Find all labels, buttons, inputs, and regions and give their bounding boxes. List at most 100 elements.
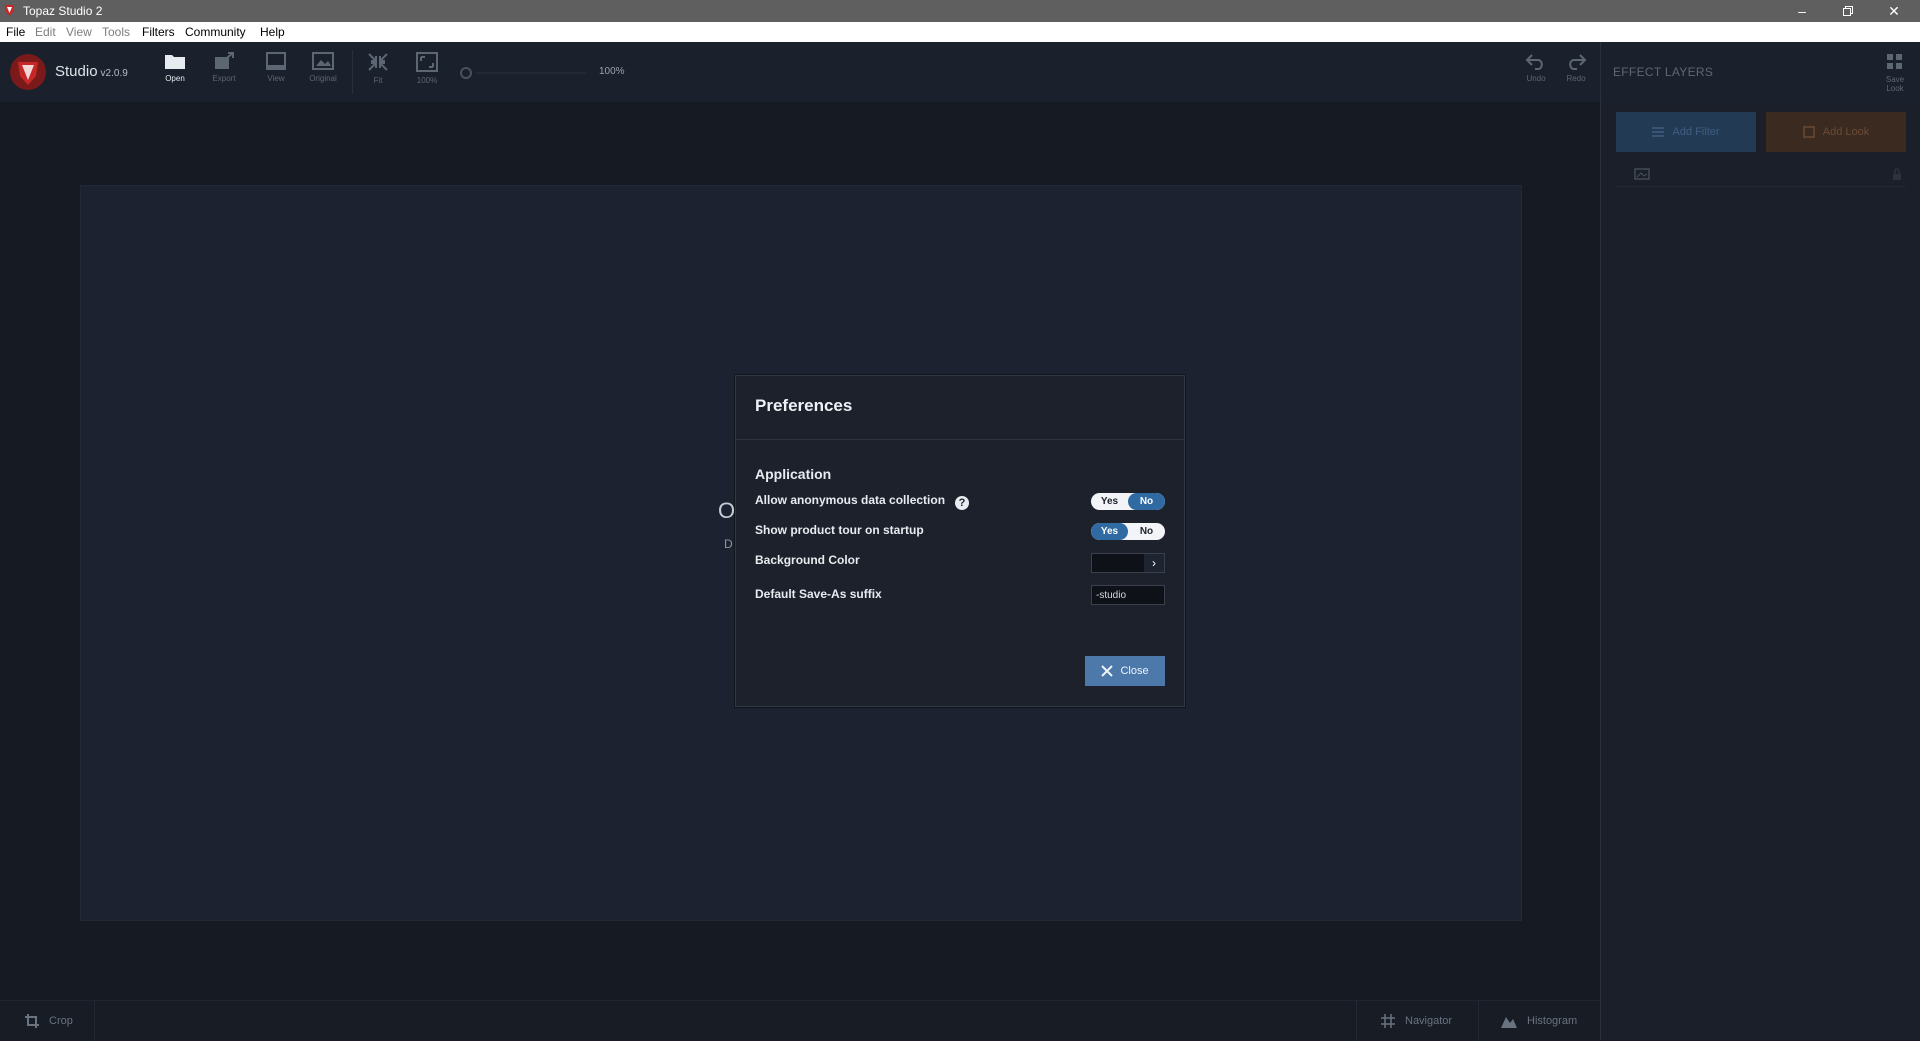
bottom-divider — [94, 1001, 95, 1041]
save-look-label: Save Look — [1885, 75, 1905, 93]
menu-file[interactable]: File — [6, 25, 25, 39]
add-filter-button[interactable]: Add Filter — [1616, 112, 1756, 152]
image-layer-icon — [1634, 168, 1650, 180]
navigator-grid-icon — [1381, 1014, 1395, 1028]
minimize-icon[interactable]: – — [1780, 0, 1824, 22]
crop-icon — [25, 1014, 39, 1028]
image-icon — [312, 52, 334, 70]
help-icon[interactable]: ? — [955, 496, 970, 510]
effect-layers-panel: Add Filter Add Look — [1600, 102, 1920, 1000]
histogram-icon — [1501, 1017, 1517, 1028]
toolbar-divider — [352, 50, 353, 94]
app-name: Studio v2.0.9 — [55, 63, 128, 80]
fullsize-icon — [416, 52, 438, 72]
section-heading: Application — [755, 466, 832, 482]
original-label: Original — [309, 74, 337, 83]
histogram-label: Histogram — [1527, 1015, 1578, 1027]
add-filter-label: Add Filter — [1672, 126, 1720, 138]
lock-icon — [1893, 168, 1901, 180]
close-icon — [1101, 665, 1114, 677]
look-icon — [1803, 126, 1815, 138]
zoom-value: 100% — [599, 66, 625, 77]
effect-layers-title: EFFECT LAYERS — [1613, 65, 1714, 79]
dialog-divider — [736, 439, 1184, 440]
view-button[interactable]: View — [254, 52, 298, 83]
redo-label: Redo — [1566, 74, 1586, 83]
undo-label: Undo — [1526, 74, 1546, 83]
crop-button[interactable]: Crop — [24, 1013, 73, 1029]
bottom-divider — [1478, 1001, 1479, 1041]
menu-view[interactable]: View — [66, 25, 92, 39]
redo-button[interactable]: Redo — [1556, 52, 1596, 83]
suffix-label: Default Save-As suffix — [755, 587, 882, 601]
save-look-button[interactable]: Save Look — [1877, 52, 1913, 93]
preferences-dialog: Preferences Application Allow anonymous … — [735, 375, 1185, 707]
menu-help[interactable]: Help — [260, 25, 285, 39]
zoom-100-button[interactable]: 100% — [405, 52, 449, 85]
add-look-button[interactable]: Add Look — [1766, 112, 1906, 152]
fit-button[interactable]: Fit — [356, 52, 400, 85]
tour-toggle[interactable]: Yes No — [1091, 523, 1165, 540]
navigator-label: Navigator — [1405, 1015, 1453, 1027]
undo-icon — [1525, 54, 1543, 70]
close-button[interactable]: Close — [1085, 656, 1165, 686]
export-label: Export — [212, 74, 236, 83]
title-bar: Topaz Studio 2 – ✕ — [0, 0, 1920, 22]
list-icon — [1652, 127, 1665, 137]
add-look-label: Add Look — [1822, 126, 1870, 138]
open-label: Open — [165, 74, 185, 83]
menu-community[interactable]: Community — [185, 25, 246, 39]
topaz-logo-icon — [10, 54, 46, 90]
fit-icon — [368, 53, 388, 71]
chevron-right-icon[interactable]: › — [1144, 554, 1164, 572]
menu-edit[interactable]: Edit — [35, 25, 56, 39]
canvas-hint-heading: O — [718, 498, 736, 523]
right-panel-footer — [1600, 1000, 1920, 1040]
export-button[interactable]: Export — [202, 52, 246, 83]
base-layer-row[interactable] — [1616, 164, 1906, 187]
menu-bar: File Edit View Tools Filters Community H… — [0, 22, 1920, 42]
bg-color-label: Background Color — [755, 553, 860, 567]
fit-label: Fit — [373, 76, 383, 85]
original-button[interactable]: Original — [301, 52, 345, 83]
zoom-100-label: 100% — [416, 76, 438, 85]
allow-data-row: Allow anonymous data collection? — [755, 493, 970, 510]
bottom-divider — [1356, 1001, 1357, 1041]
menu-tools[interactable]: Tools — [102, 25, 130, 39]
tour-no[interactable]: No — [1128, 523, 1165, 540]
allow-data-yes[interactable]: Yes — [1091, 493, 1128, 510]
crop-label: Crop — [49, 1015, 73, 1027]
allow-data-no[interactable]: No — [1128, 493, 1165, 510]
close-label: Close — [1120, 665, 1149, 677]
restore-icon[interactable] — [1826, 0, 1870, 22]
app-version: v2.0.9 — [100, 68, 128, 79]
export-icon — [215, 52, 234, 69]
window-title: Topaz Studio 2 — [23, 4, 103, 18]
histogram-button[interactable]: Histogram — [1500, 1013, 1577, 1029]
dialog-title: Preferences — [755, 396, 853, 415]
grid-icon — [1887, 54, 1902, 69]
redo-icon — [1569, 54, 1587, 70]
effect-layers-header: EFFECT LAYERS Save Look — [1600, 42, 1920, 102]
topaz-app-icon — [5, 5, 14, 16]
allow-data-label: Allow anonymous data collection — [755, 493, 946, 507]
folder-icon — [165, 55, 185, 69]
close-window-icon[interactable]: ✕ — [1872, 0, 1916, 22]
view-icon — [266, 52, 286, 70]
undo-button[interactable]: Undo — [1516, 52, 1556, 83]
background-color-picker[interactable]: › — [1091, 553, 1165, 573]
canvas-hint-subtext: D — [724, 537, 733, 551]
app-name-text: Studio — [55, 63, 98, 80]
zoom-slider-track[interactable] — [476, 72, 586, 74]
tour-label: Show product tour on startup — [755, 523, 924, 537]
save-as-suffix-input[interactable] — [1091, 585, 1165, 605]
bottom-bar: Crop Navigator Histogram — [0, 1000, 1600, 1041]
tour-yes[interactable]: Yes — [1091, 523, 1128, 540]
navigator-button[interactable]: Navigator — [1380, 1013, 1452, 1029]
main-toolbar: Studio v2.0.9 Open Export View Original F… — [0, 42, 1600, 103]
menu-filters[interactable]: Filters — [142, 25, 175, 39]
zoom-slider-knob-icon[interactable] — [459, 66, 473, 80]
view-label: View — [267, 74, 285, 83]
open-button[interactable]: Open — [153, 52, 197, 83]
allow-data-toggle[interactable]: Yes No — [1091, 493, 1165, 510]
